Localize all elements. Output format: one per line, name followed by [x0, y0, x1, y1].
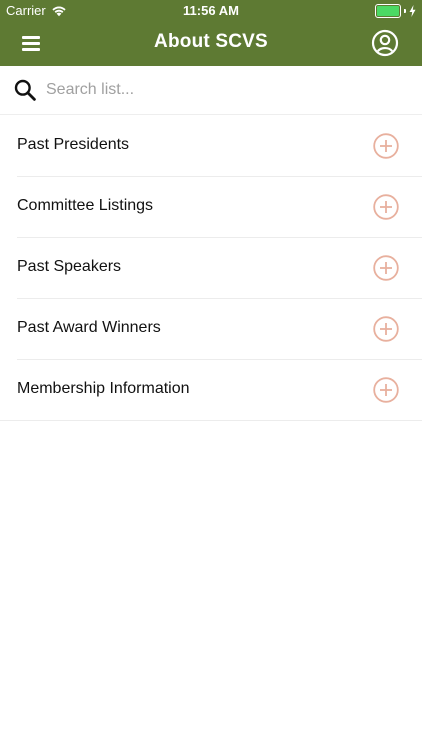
user-profile-icon[interactable]	[371, 29, 399, 57]
search-bar	[0, 66, 422, 115]
list-item-label: Past Award Winners	[17, 319, 161, 336]
navigation-bar: About SCVS	[0, 22, 422, 66]
status-time: 11:56 AM	[183, 3, 239, 18]
battery-group	[375, 4, 416, 18]
status-bar: Carrier 11:56 AM	[0, 0, 422, 22]
list-item-label: Membership Information	[17, 380, 190, 397]
list-item-past-award-winners[interactable]: Past Award Winners	[0, 299, 422, 360]
search-input[interactable]	[45, 78, 406, 102]
menu-line	[22, 36, 40, 39]
app-screen: Carrier 11:56 AM About SCVS Search list.…	[0, 0, 422, 750]
battery-level	[377, 6, 399, 16]
list-item-label: Committee Listings	[17, 197, 154, 214]
battery-icon	[375, 4, 401, 18]
list-item-committee-listings[interactable]: Committee Listings	[0, 177, 422, 238]
list-item-past-presidents[interactable]: Past Presidents	[0, 116, 422, 177]
search-icon	[14, 79, 36, 101]
page-title: About SCVS	[154, 31, 268, 52]
list-item-label: Past Speakers	[17, 258, 122, 275]
list-item-membership-information[interactable]: Membership Information	[0, 360, 422, 421]
menu-line	[22, 48, 40, 51]
plus-circle-icon[interactable]	[373, 377, 399, 403]
about-list: Past Presidents Committee Listings Past …	[0, 116, 422, 421]
charging-bolt-icon	[409, 5, 416, 17]
top-bar: Carrier 11:56 AM About SCVS	[0, 0, 422, 66]
plus-circle-icon[interactable]	[373, 255, 399, 281]
list-item-label: Past Presidents	[17, 136, 130, 153]
plus-circle-icon[interactable]	[373, 194, 399, 220]
list-item-past-speakers[interactable]: Past Speakers	[0, 238, 422, 299]
hamburger-menu-icon[interactable]	[22, 36, 40, 51]
plus-circle-icon[interactable]	[373, 316, 399, 342]
menu-line	[22, 42, 40, 45]
battery-cap	[404, 9, 406, 13]
plus-circle-icon[interactable]	[373, 133, 399, 159]
